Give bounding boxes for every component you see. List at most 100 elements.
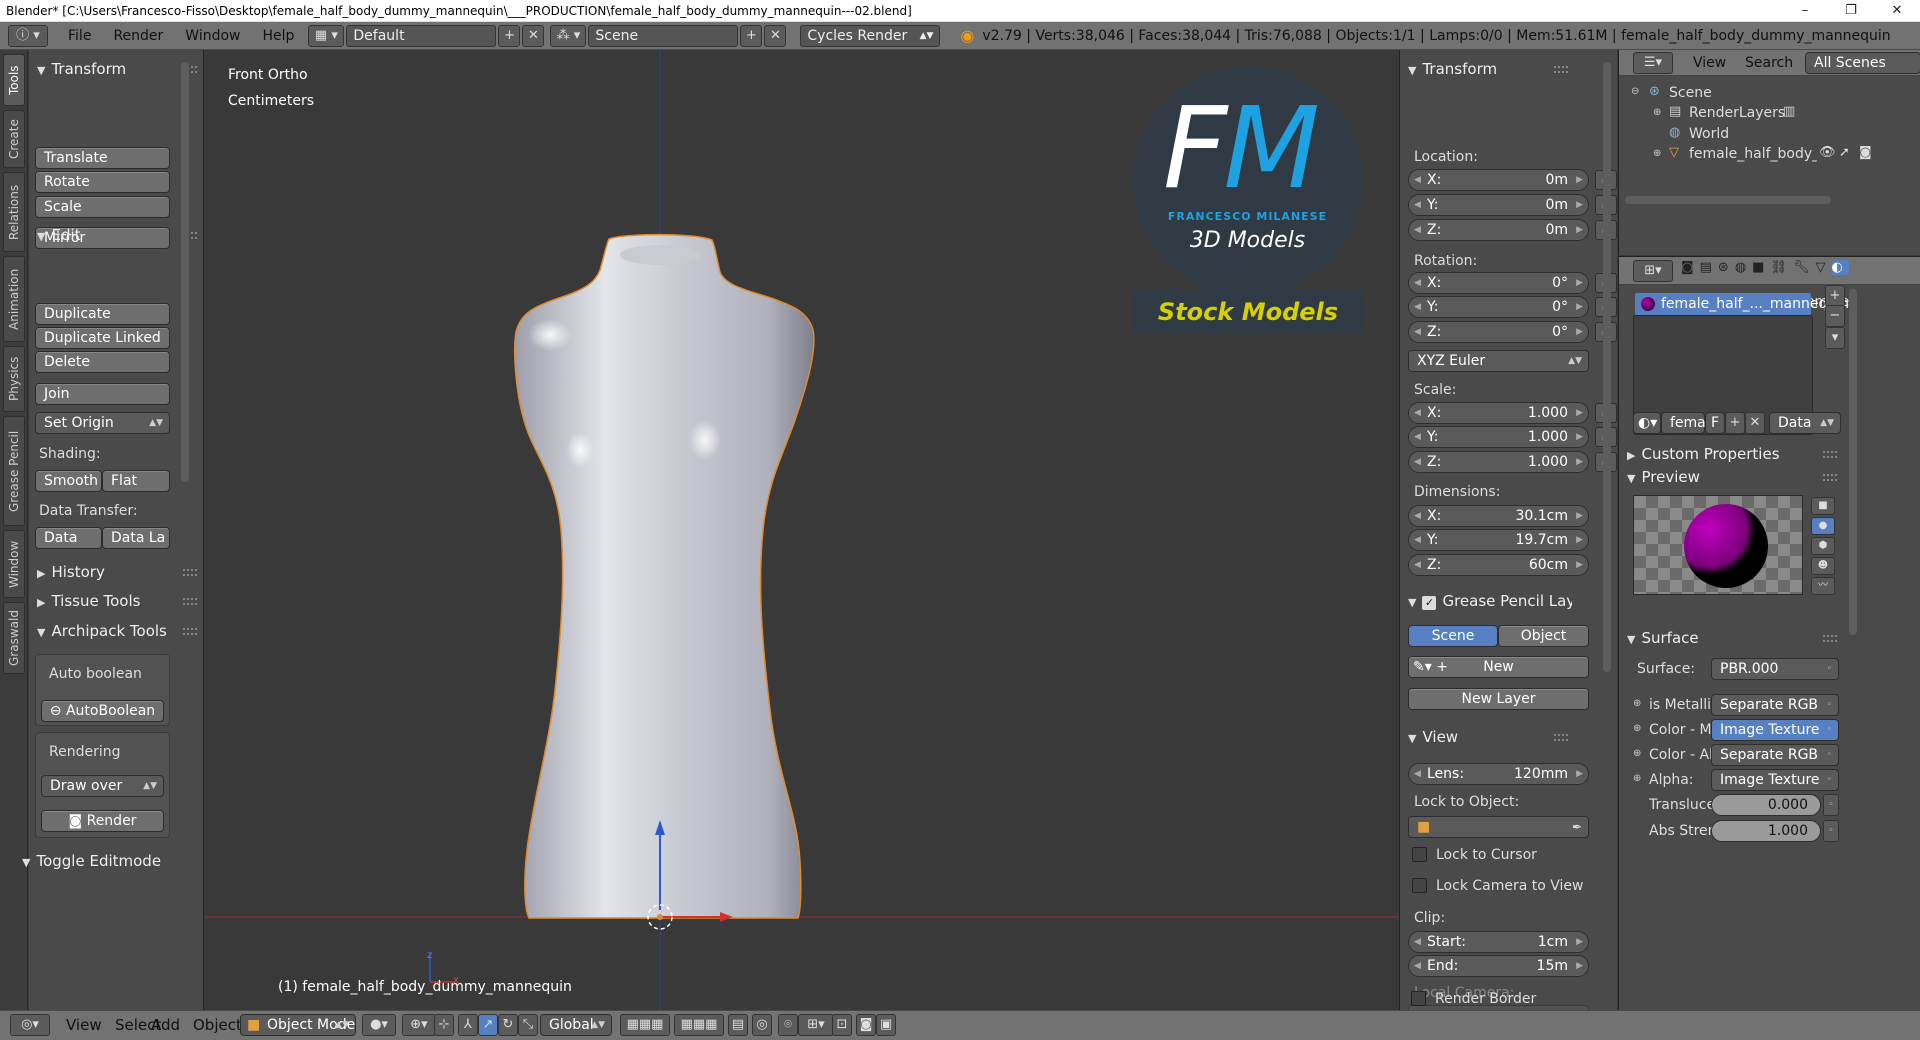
outliner-menu-view[interactable]: View [1693, 55, 1726, 71]
world-tab-icon[interactable]: ◍ [1735, 260, 1752, 275]
snap-element-icon[interactable]: ⊞▾ [798, 1014, 834, 1036]
draw-over-dropdown[interactable]: Draw over ▲▼ [41, 775, 164, 797]
layers-grid-2-icon[interactable]: ▦▦▦ [674, 1014, 724, 1036]
data-transfer-button[interactable]: Data [35, 527, 102, 549]
preview-hair-icon[interactable]: 〰 [1811, 577, 1835, 595]
preview-flat-icon[interactable]: ■ [1811, 497, 1835, 515]
rotation-z-field[interactable]: ◀ Z: 0° ▶ [1408, 321, 1589, 343]
material-tab-icon[interactable]: ◐ [1831, 260, 1849, 275]
preview-cube-icon[interactable]: ⬢ [1811, 537, 1835, 555]
fake-user-button[interactable]: F [1705, 412, 1725, 434]
new-material-icon[interactable]: + [1725, 412, 1745, 434]
snap-target-icon[interactable]: ⊡ [832, 1014, 852, 1036]
drag-grip-icon[interactable] [1823, 474, 1837, 481]
tab-grease-pencil[interactable]: Grease Pencil [3, 416, 25, 526]
surface-header[interactable]: ▼ Surface [1619, 627, 1841, 649]
rotation-x-field[interactable]: ◀ X: 0° ▶ [1408, 272, 1589, 294]
selectability-cursor-icon[interactable]: ➚ [1839, 145, 1850, 160]
history-panel-header[interactable]: ▶ History [29, 561, 201, 583]
translate-button[interactable]: Translate [35, 147, 170, 169]
archipack-panel-header[interactable]: ▼ Archipack Tools [29, 620, 201, 642]
lock-camera-to-view-checkbox[interactable] [1412, 878, 1427, 893]
translate-manipulator-icon[interactable]: ↗ [478, 1014, 498, 1036]
drag-grip-icon[interactable] [183, 598, 197, 605]
dimension-z-field[interactable]: ◀ Z: 60cm ▶ [1408, 554, 1589, 576]
tool-shelf-scrollbar[interactable] [181, 62, 189, 482]
drag-grip-icon[interactable] [183, 628, 197, 635]
drag-grip-icon[interactable] [1823, 635, 1837, 642]
menu-object[interactable]: Object [193, 1016, 242, 1034]
properties-context-tabs[interactable]: ◙▤⊛◍■⛓︎🔧︎▽◐ [1681, 260, 1920, 282]
rotate-manipulator-icon[interactable]: ↻ [498, 1014, 518, 1036]
unlink-material-icon[interactable]: ✕ [1745, 412, 1765, 434]
maximize-button[interactable]: ❐ [1828, 0, 1874, 21]
custom-properties-header[interactable]: ▶ Custom Properties [1619, 443, 1841, 465]
constraints-tab-icon[interactable]: ⛓︎ [1770, 260, 1793, 275]
material-specials-icon[interactable]: ▾ [1825, 327, 1845, 349]
smooth-button[interactable]: Smooth [35, 470, 102, 492]
browse-material-dropdown[interactable]: ◐▾ [1633, 412, 1661, 434]
add-material-slot-icon[interactable]: + [1825, 285, 1845, 307]
outliner-editor-type-icon[interactable]: ☰▾ [1633, 52, 1673, 74]
expand-object-icon[interactable]: ⊕ [1653, 148, 1661, 159]
n-transform-header[interactable]: ▼ Transform [1400, 58, 1572, 80]
properties-scrollbar[interactable] [1849, 289, 1857, 635]
pivot-point-icon[interactable]: ⊕▾ [402, 1014, 436, 1036]
transform-orientation-dropdown[interactable]: Global ▲▼ [540, 1014, 612, 1036]
data-layers-button[interactable]: Data La [102, 527, 170, 549]
location-z-field[interactable]: ◀ Z: 0m ▶ [1408, 219, 1589, 241]
material-link-dropdown[interactable]: Data ▲▼ [1769, 412, 1841, 434]
preview-sphere-icon[interactable]: ● [1811, 517, 1835, 535]
remove-scene-icon[interactable]: ✕ [764, 24, 787, 47]
menu-render[interactable]: Render [113, 28, 163, 44]
grease-pencil-scene-tab[interactable]: Scene [1408, 625, 1498, 647]
scene-tab-icon[interactable]: ⊛ [1718, 260, 1735, 275]
input-is-metallic-dropdown[interactable]: Separate RGB ◦ [1711, 694, 1839, 716]
dimension-x-field[interactable]: ◀ X: 30.1cm ▶ [1408, 505, 1589, 527]
screen-layout-field[interactable]: Default [346, 24, 497, 47]
opengl-animation-icon[interactable]: ▣ [876, 1014, 896, 1036]
input-color-ma-dropdown[interactable]: Image Texture ◦ [1711, 719, 1839, 741]
render-tab-icon[interactable]: ◙ [1681, 260, 1700, 275]
expand-input-icon[interactable]: ⊕ [1633, 698, 1641, 709]
dimension-y-field[interactable]: ◀ Y: 19.7cm ▶ [1408, 529, 1589, 551]
data-tab-icon[interactable]: ▽ [1816, 260, 1832, 275]
layers-grid-1-icon[interactable]: ▦▦▦ [620, 1014, 670, 1036]
tissue-tools-panel-header[interactable]: ▶ Tissue Tools [29, 590, 201, 612]
3d-viewport[interactable]: Front Ortho Centimeters z x (1) female_h… [205, 50, 1398, 1010]
drag-grip-icon[interactable] [1554, 66, 1568, 73]
menu-file[interactable]: File [68, 28, 91, 44]
flat-button[interactable]: Flat [102, 470, 170, 492]
outliner-filter-dropdown[interactable]: All Scenes [1805, 52, 1920, 74]
scale-z-field[interactable]: ◀ Z: 1.000 ▶ [1408, 451, 1589, 473]
expand-renderlayers-icon[interactable]: ⊕ [1653, 107, 1661, 118]
expand-input-icon[interactable]: ⊕ [1633, 748, 1641, 759]
add-scene-icon[interactable]: + [740, 24, 763, 47]
duplicate-linked-button[interactable]: Duplicate Linked [35, 327, 170, 349]
manipulator-center-icon[interactable]: ⊹ [434, 1014, 454, 1036]
preview-header[interactable]: ▼ Preview [1619, 466, 1841, 488]
translucency-slider[interactable]: 0.000 [1711, 794, 1821, 816]
scene-field[interactable]: Scene [588, 24, 739, 47]
input-alpha-dropdown[interactable]: Image Texture ◦ [1711, 769, 1839, 791]
lock-layers-icon[interactable]: ▤ [728, 1014, 748, 1036]
material-preview-render[interactable] [1633, 495, 1803, 595]
menu-help[interactable]: Help [262, 28, 294, 44]
expand-scene-icon[interactable]: ⊖ [1631, 86, 1639, 97]
scene-icon[interactable]: ⁂ ▾ [550, 24, 587, 47]
location-x-field[interactable]: ◀ X: 0m ▶ [1408, 169, 1589, 191]
menu-view[interactable]: View [66, 1016, 102, 1034]
editor-type-info-icon[interactable]: ⓘ ▾ [8, 24, 48, 47]
drag-grip-icon[interactable] [183, 569, 197, 576]
outliner-item-scene[interactable]: Scene [1669, 85, 1712, 101]
rotate-button[interactable]: Rotate [35, 171, 170, 193]
menu-add[interactable]: Add [151, 1016, 180, 1034]
render-layers-tab-icon[interactable]: ▤ [1700, 260, 1718, 275]
drag-grip-icon[interactable] [1554, 734, 1568, 741]
tab-graswald[interactable]: Graswald [3, 602, 25, 674]
scale-manipulator-icon[interactable]: ⤡ [518, 1014, 538, 1036]
auto-boolean-button[interactable]: ⊖ AutoBoolean [41, 700, 164, 722]
add-layout-icon[interactable]: + [498, 24, 521, 47]
lock-to-object-field[interactable]: ■ ✒ [1408, 816, 1589, 838]
outliner-item-renderlayers[interactable]: RenderLayers [1689, 105, 1785, 121]
